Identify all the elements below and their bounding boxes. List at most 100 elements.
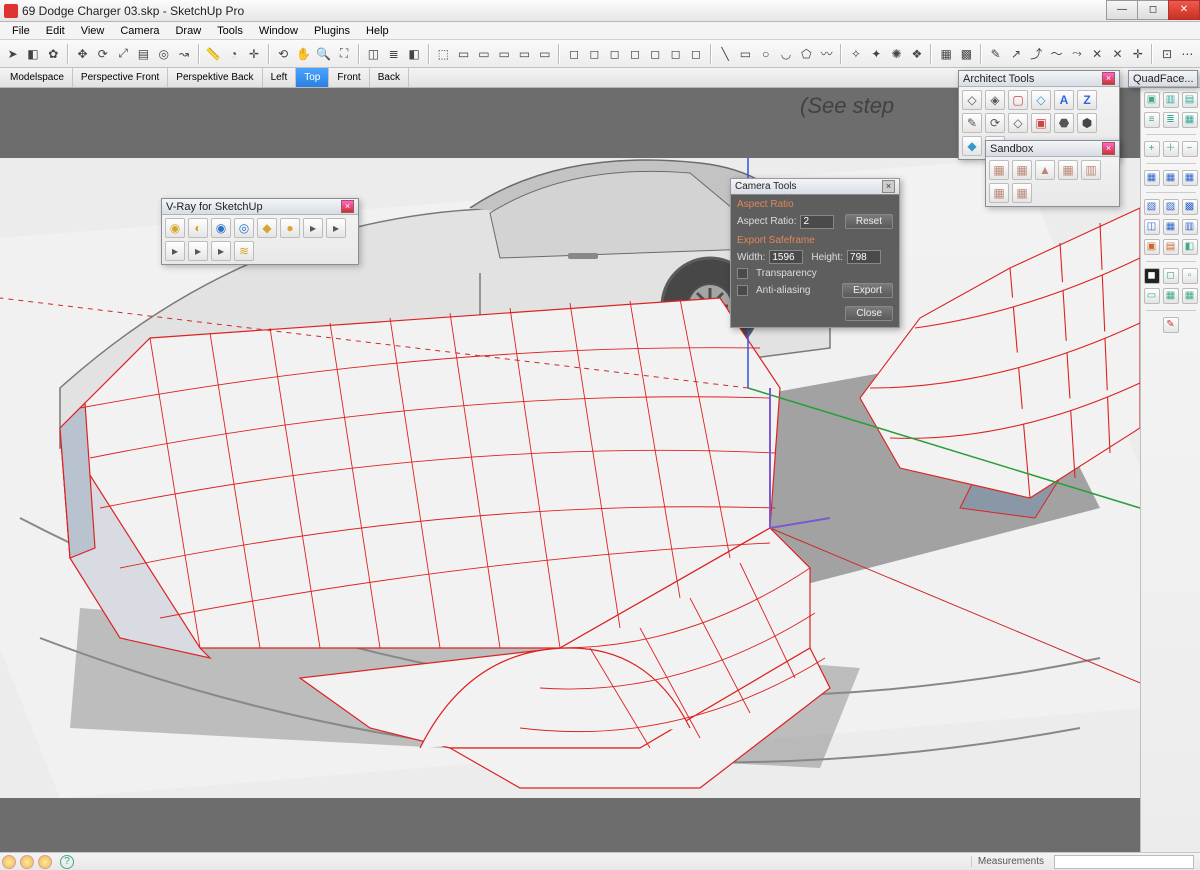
pan-icon[interactable]: ✋	[295, 45, 312, 63]
qf-uv3-icon[interactable]: ◧	[1182, 239, 1198, 255]
qf-ring-icon[interactable]: ≡	[1144, 112, 1160, 128]
help-icon[interactable]: ?	[60, 855, 74, 869]
qf-select-icon[interactable]: ▣	[1144, 92, 1160, 108]
select-icon[interactable]: ➤	[4, 45, 21, 63]
scene-perspective-front[interactable]: Perspective Front	[73, 68, 168, 87]
quadface-palette[interactable]: QuadFace...	[1128, 70, 1198, 88]
qf-grid3-icon[interactable]: ▦	[1182, 170, 1198, 186]
menu-tools[interactable]: Tools	[209, 24, 251, 38]
sand-icon-4[interactable]: ▥	[1081, 160, 1101, 180]
vray-icon-0[interactable]: ◉	[165, 218, 185, 238]
front-icon[interactable]: ▭	[475, 45, 492, 63]
vray-icon-5[interactable]: ●	[280, 218, 300, 238]
zoom-extents-icon[interactable]: ⛶	[335, 45, 352, 63]
vray-close-icon[interactable]: ×	[341, 200, 354, 213]
menu-window[interactable]: Window	[251, 24, 306, 38]
vray-icon-4[interactable]: ◆	[257, 218, 277, 238]
arch-icon-9[interactable]: ▣	[1031, 113, 1051, 133]
menu-plugins[interactable]: Plugins	[306, 24, 358, 38]
menu-view[interactable]: View	[73, 24, 113, 38]
status-icon-3[interactable]	[38, 855, 52, 869]
plugin15-icon[interactable]: ⊡	[1158, 45, 1175, 63]
viewport[interactable]: (See step	[0, 88, 1200, 852]
qf-conv2-icon[interactable]: ▦	[1163, 219, 1179, 235]
sand-icon-5[interactable]: ▦	[989, 183, 1009, 203]
measurements-input[interactable]	[1054, 855, 1194, 869]
qf-grid2-icon[interactable]: ▦	[1163, 170, 1179, 186]
qf-pencil-icon[interactable]: ✎	[1163, 317, 1179, 333]
cube5-icon[interactable]: ◻	[647, 45, 664, 63]
arch-icon-10[interactable]: ⬣	[1054, 113, 1074, 133]
plugin10-icon[interactable]: 〜	[1048, 45, 1065, 63]
qf-uv1-icon[interactable]: ▣	[1144, 239, 1160, 255]
sand-icon-0[interactable]: ▦	[989, 160, 1009, 180]
status-icon-1[interactable]	[2, 855, 16, 869]
qf-bw2-icon[interactable]: ◻	[1163, 268, 1179, 284]
polygon-icon[interactable]: ⬠	[798, 45, 815, 63]
close-button-camera[interactable]: Close	[845, 306, 893, 321]
plugin6-icon[interactable]: ▩	[958, 45, 975, 63]
offset-icon[interactable]: ◎	[155, 45, 172, 63]
arch-icon-0[interactable]: ◇	[962, 90, 982, 110]
qf-grow-icon[interactable]: ▥	[1163, 92, 1179, 108]
cube7-icon[interactable]: ◻	[687, 45, 704, 63]
plugin5-icon[interactable]: ▦	[937, 45, 954, 63]
move-icon[interactable]: ✥	[74, 45, 91, 63]
plugin9-icon[interactable]: ⤴	[1028, 45, 1045, 63]
qf-loop-icon[interactable]: ≣	[1163, 112, 1179, 128]
vray-icon-11[interactable]: ≋	[234, 241, 254, 261]
menu-edit[interactable]: Edit	[38, 24, 73, 38]
section-icon[interactable]: ◫	[365, 45, 382, 63]
plugin3-icon[interactable]: ✺	[888, 45, 905, 63]
cube4-icon[interactable]: ◻	[626, 45, 643, 63]
sand-icon-1[interactable]: ▦	[1012, 160, 1032, 180]
plugin11-icon[interactable]: ⤳	[1068, 45, 1085, 63]
scene-modelspace[interactable]: Modelspace	[2, 68, 73, 87]
vray-icon-1[interactable]: ◐	[188, 218, 208, 238]
vray-icon-6[interactable]: ▸	[303, 218, 323, 238]
sandbox-close-icon[interactable]: ×	[1102, 142, 1115, 155]
status-icon-2[interactable]	[20, 855, 34, 869]
rect-icon[interactable]: ▭	[737, 45, 754, 63]
right-icon[interactable]: ▭	[496, 45, 513, 63]
vray-icon-10[interactable]: ▸	[211, 241, 231, 261]
paint-icon[interactable]: ✿	[45, 45, 62, 63]
qf-misc2-icon[interactable]: ▦	[1163, 288, 1179, 304]
qf-plus-icon[interactable]: +	[1144, 141, 1160, 157]
reset-button[interactable]: Reset	[845, 214, 893, 229]
sand-icon-3[interactable]: ▦	[1058, 160, 1078, 180]
qf-plus2-icon[interactable]: ＋	[1163, 141, 1179, 157]
plugin7-icon[interactable]: ✎	[987, 45, 1004, 63]
eraser-icon[interactable]: ◧	[24, 45, 41, 63]
maximize-button[interactable]: ◻	[1137, 0, 1169, 20]
cube3-icon[interactable]: ◻	[606, 45, 623, 63]
qf-region-icon[interactable]: ▦	[1182, 112, 1198, 128]
qf-conv1-icon[interactable]: ◫	[1144, 219, 1160, 235]
qf-uv2-icon[interactable]: ▤	[1163, 239, 1179, 255]
qf-conv3-icon[interactable]: ▥	[1182, 219, 1198, 235]
camera-tools-close-icon[interactable]: ×	[882, 180, 895, 193]
vray-icon-3[interactable]: ◎	[234, 218, 254, 238]
scene-left[interactable]: Left	[263, 68, 297, 87]
axes-icon[interactable]: ✛	[245, 45, 262, 63]
sand-icon-6[interactable]: ▦	[1012, 183, 1032, 203]
circle-icon[interactable]: ○	[757, 45, 774, 63]
vray-icon-8[interactable]: ▸	[165, 241, 185, 261]
cube1-icon[interactable]: ◻	[565, 45, 582, 63]
plugin1-icon[interactable]: ✧	[847, 45, 864, 63]
arch-icon-8[interactable]: ◇	[1008, 113, 1028, 133]
plugin12-icon[interactable]: ✕	[1089, 45, 1106, 63]
export-button[interactable]: Export	[842, 283, 893, 298]
qf-tri-icon[interactable]: ▧	[1144, 199, 1160, 215]
plugin2-icon[interactable]: ✦	[868, 45, 885, 63]
antialias-checkbox[interactable]	[737, 285, 748, 296]
aspect-ratio-input[interactable]	[800, 215, 834, 229]
menu-file[interactable]: File	[4, 24, 38, 38]
top-icon[interactable]: ▭	[455, 45, 472, 63]
vray-icon-7[interactable]: ▸	[326, 218, 346, 238]
qf-misc3-icon[interactable]: ▦	[1182, 288, 1198, 304]
qf-bw3-icon[interactable]: ▫	[1182, 268, 1198, 284]
arc-icon[interactable]: ◡	[777, 45, 794, 63]
sand-icon-2[interactable]: ▲	[1035, 160, 1055, 180]
line-icon[interactable]: ╲	[717, 45, 734, 63]
